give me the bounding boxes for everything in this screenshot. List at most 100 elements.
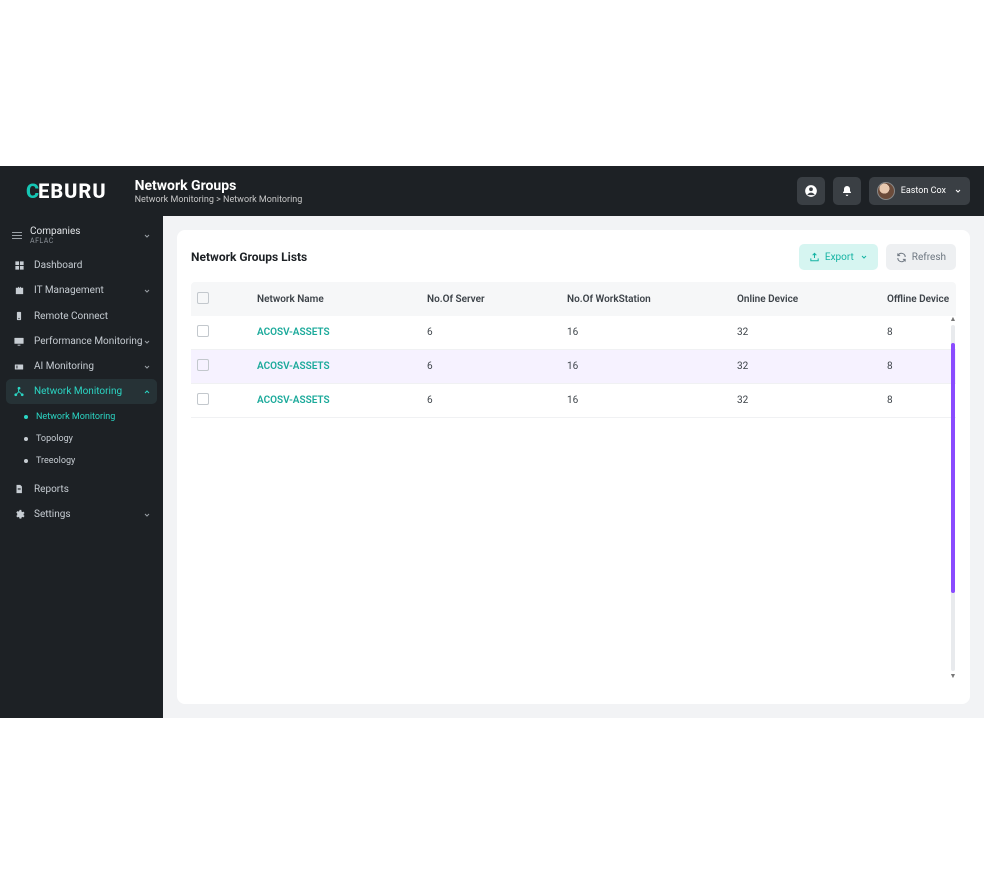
sidebar-item-label: Settings bbox=[34, 509, 143, 520]
network-name-link[interactable]: ACOSV-ASSETS bbox=[257, 327, 427, 338]
cell-online: 32 bbox=[737, 395, 887, 406]
col-offline-device: Offline Device bbox=[887, 294, 950, 305]
logo-text: EBURU bbox=[38, 179, 106, 203]
cell-workstation: 16 bbox=[567, 327, 737, 338]
sidebar-item-label: Network Monitoring bbox=[34, 386, 143, 397]
export-button[interactable]: Export bbox=[799, 244, 878, 270]
sidebar-sub-treeology[interactable]: Treeology bbox=[6, 450, 157, 472]
sidebar: Companies AFLAC Dashboard IT Management … bbox=[0, 216, 163, 718]
cell-server: 6 bbox=[427, 327, 567, 338]
app-logo: CEBURU bbox=[26, 179, 107, 203]
scroll-thumb[interactable] bbox=[951, 343, 955, 593]
account-button[interactable] bbox=[797, 177, 825, 205]
chevron-down-icon bbox=[143, 511, 151, 519]
refresh-label: Refresh bbox=[912, 252, 946, 263]
sidebar-sub-label: Topology bbox=[36, 434, 73, 444]
network-icon bbox=[12, 386, 26, 397]
sidebar-sub-label: Network Monitoring bbox=[36, 412, 115, 422]
sidebar-item-label: AI Monitoring bbox=[34, 361, 143, 372]
companies-value: AFLAC bbox=[30, 237, 143, 245]
breadcrumb: Network Monitoring > Network Monitoring bbox=[135, 195, 303, 205]
sidebar-submenu-network: Network Monitoring Topology Treeology bbox=[6, 404, 157, 476]
app-header: CEBURU Network Groups Network Monitoring… bbox=[0, 166, 984, 216]
network-name-link[interactable]: ACOSV-ASSETS bbox=[257, 395, 427, 406]
col-no-of-workstation: No.Of WorkStation bbox=[567, 294, 737, 305]
row-checkbox[interactable] bbox=[197, 359, 209, 371]
gear-icon bbox=[12, 509, 26, 520]
page-title: Network Groups bbox=[135, 178, 303, 194]
cell-server: 6 bbox=[427, 361, 567, 372]
ai-icon bbox=[12, 362, 26, 372]
card-header: Network Groups Lists Export Refresh bbox=[191, 244, 956, 270]
refresh-button[interactable]: Refresh bbox=[886, 244, 956, 270]
network-groups-table: Network Name No.Of Server No.Of WorkStat… bbox=[191, 282, 956, 690]
col-network-name: Network Name bbox=[257, 294, 427, 305]
card-title: Network Groups Lists bbox=[191, 250, 307, 264]
table-row[interactable]: ACOSV-ASSETS 6 16 32 8 bbox=[191, 384, 956, 418]
chevron-down-icon bbox=[860, 253, 868, 261]
sidebar-item-network-monitoring[interactable]: Network Monitoring bbox=[6, 379, 157, 404]
cell-workstation: 16 bbox=[567, 361, 737, 372]
user-circle-icon bbox=[804, 184, 818, 198]
chevron-down-icon bbox=[143, 232, 151, 240]
scroll-up-arrow[interactable]: ▲ bbox=[950, 316, 956, 323]
remote-icon bbox=[12, 310, 26, 322]
sidebar-sub-network-monitoring[interactable]: Network Monitoring bbox=[6, 406, 157, 428]
cell-offline: 8 bbox=[887, 327, 950, 338]
bell-icon bbox=[841, 185, 853, 197]
sidebar-sub-topology[interactable]: Topology bbox=[6, 428, 157, 450]
sidebar-item-label: Remote Connect bbox=[34, 311, 151, 322]
avatar bbox=[877, 182, 895, 200]
menu-icon bbox=[12, 232, 22, 239]
chevron-up-icon bbox=[143, 388, 151, 396]
cell-online: 32 bbox=[737, 327, 887, 338]
col-no-of-server: No.Of Server bbox=[427, 294, 567, 305]
export-icon bbox=[809, 252, 820, 263]
refresh-icon bbox=[896, 252, 907, 263]
user-name: Easton Cox bbox=[901, 186, 946, 196]
network-name-link[interactable]: ACOSV-ASSETS bbox=[257, 361, 427, 372]
network-groups-card: Network Groups Lists Export Refresh bbox=[177, 230, 970, 704]
companies-selector[interactable]: Companies AFLAC bbox=[6, 222, 157, 253]
export-label: Export bbox=[825, 252, 854, 263]
cell-offline: 8 bbox=[887, 395, 950, 406]
table-row[interactable]: ACOSV-ASSETS 6 16 32 8 bbox=[191, 316, 956, 350]
cell-offline: 8 bbox=[887, 361, 950, 372]
sidebar-item-settings[interactable]: Settings bbox=[6, 502, 157, 527]
companies-label: Companies bbox=[30, 226, 143, 237]
table-scrollbar[interactable]: ▲ ▼ bbox=[950, 316, 956, 680]
cell-server: 6 bbox=[427, 395, 567, 406]
col-online-device: Online Device bbox=[737, 294, 887, 305]
sidebar-item-performance-monitoring[interactable]: Performance Monitoring bbox=[6, 329, 157, 354]
scroll-down-arrow[interactable]: ▼ bbox=[950, 673, 956, 680]
main-content: Network Groups Lists Export Refresh bbox=[163, 216, 984, 718]
sidebar-item-label: Performance Monitoring bbox=[34, 336, 143, 347]
sidebar-item-ai-monitoring[interactable]: AI Monitoring bbox=[6, 354, 157, 379]
sidebar-item-dashboard[interactable]: Dashboard bbox=[6, 253, 157, 278]
notifications-button[interactable] bbox=[833, 177, 861, 205]
chevron-down-icon bbox=[143, 338, 151, 346]
briefcase-icon bbox=[12, 285, 26, 296]
monitor-icon bbox=[12, 336, 26, 347]
sidebar-sub-label: Treeology bbox=[36, 456, 75, 466]
table-row[interactable]: ACOSV-ASSETS 6 16 32 8 bbox=[191, 350, 956, 384]
sidebar-item-it-management[interactable]: IT Management bbox=[6, 278, 157, 303]
table-header: Network Name No.Of Server No.Of WorkStat… bbox=[191, 282, 956, 316]
user-menu[interactable]: Easton Cox bbox=[869, 177, 970, 205]
sidebar-item-reports[interactable]: Reports bbox=[6, 476, 157, 502]
cell-workstation: 16 bbox=[567, 395, 737, 406]
chevron-down-icon bbox=[954, 187, 962, 195]
sidebar-item-label: Reports bbox=[34, 484, 151, 495]
dashboard-icon bbox=[12, 260, 26, 271]
cell-online: 32 bbox=[737, 361, 887, 372]
scroll-track[interactable] bbox=[951, 325, 955, 671]
sidebar-item-remote-connect[interactable]: Remote Connect bbox=[6, 303, 157, 329]
select-all-checkbox[interactable] bbox=[197, 292, 209, 304]
row-checkbox[interactable] bbox=[197, 393, 209, 405]
row-checkbox[interactable] bbox=[197, 325, 209, 337]
sidebar-item-label: Dashboard bbox=[34, 260, 151, 271]
chevron-down-icon bbox=[143, 363, 151, 371]
reports-icon bbox=[12, 483, 26, 495]
header-title-block: Network Groups Network Monitoring > Netw… bbox=[135, 178, 303, 205]
chevron-down-icon bbox=[143, 287, 151, 295]
